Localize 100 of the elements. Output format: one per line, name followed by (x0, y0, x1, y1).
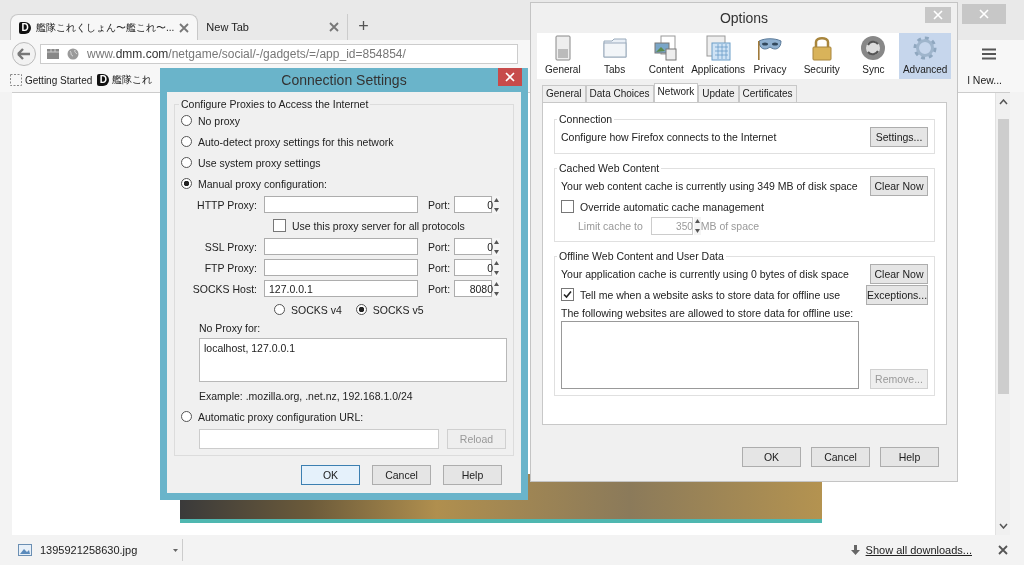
menu-icon[interactable] (982, 48, 996, 60)
description-text: Your application cache is currently using 0 bytes of disk space (561, 268, 849, 280)
description-text: Configure how Firefox connects to the Internet (561, 131, 777, 143)
scrollbar[interactable] (995, 93, 1010, 535)
category-button[interactable]: Applications (692, 33, 745, 79)
field-label: SOCKS Host: (191, 282, 257, 295)
close-icon[interactable] (998, 545, 1008, 555)
field-label: Port: (428, 198, 452, 211)
field-label: SSL Proxy: (203, 240, 257, 253)
list-label: The following websites are allowed to store data for offline use: (561, 307, 855, 319)
radio-button[interactable] (181, 178, 192, 189)
button[interactable]: Clear Now (870, 176, 928, 196)
radio-label: Manual proxy configuration: (198, 177, 327, 190)
dashed-square-icon (10, 74, 22, 86)
button[interactable]: Help (880, 447, 939, 467)
website-list[interactable] (561, 321, 859, 389)
browser-tab[interactable]: D 艦隊これくしょん〜艦これ〜... (10, 14, 199, 40)
download-item[interactable]: 1395921258630.jpg (14, 539, 183, 561)
text-area[interactable]: localhost, 127.0.0.1 (199, 338, 507, 382)
checkbox-label: Tell me when a website asks to store data for offline use (580, 288, 841, 301)
globe-icon (67, 48, 79, 60)
input-field[interactable] (264, 238, 418, 255)
dropdown-arrow-icon[interactable] (173, 548, 178, 552)
gear-icon (912, 35, 939, 61)
tab[interactable]: Certificates (738, 85, 797, 102)
field-label: HTTP Proxy: (196, 198, 257, 211)
checkbox-label: Use this proxy server for all protocols (292, 219, 465, 232)
field-label: Limit cache to (578, 220, 643, 232)
input-field[interactable] (199, 429, 439, 449)
input-field[interactable] (264, 259, 418, 276)
button[interactable]: Exceptions... (866, 284, 928, 305)
category-button[interactable]: General (537, 33, 589, 79)
field-label: FTP Proxy: (203, 261, 257, 274)
category-button[interactable]: Security (795, 33, 848, 79)
radio-label: Automatic proxy configuration URL: (198, 410, 364, 423)
tab[interactable]: Update (698, 85, 739, 102)
button[interactable]: OK (301, 465, 360, 485)
radio-label: SOCKS v4 (291, 303, 342, 316)
button[interactable]: OK (742, 447, 801, 467)
checkbox-label: Override automatic cache management (580, 200, 764, 213)
category-button[interactable]: Privacy (744, 33, 796, 79)
hint-text: Example: .mozilla.org, .net.nz, 192.168.1.0/24 (199, 390, 414, 402)
download-arrow-icon (850, 545, 860, 555)
tab-title: 艦隊これくしょん〜艦これ〜... (36, 20, 175, 35)
radio-button[interactable] (355, 304, 367, 315)
checkmark-icon (563, 290, 572, 299)
radio-label: Use system proxy settings (198, 156, 321, 169)
group-title: Cached Web Content (558, 162, 661, 174)
group-title: Offline Web Content and User Data (558, 250, 725, 262)
url-bar[interactable]: www.dmm.com/netgame/social/-/gadgets/=/app_id=854854/ (40, 44, 518, 64)
tab[interactable]: Data Choices (585, 85, 654, 102)
radio-label: SOCKS v5 (372, 303, 424, 316)
bookmark-item[interactable]: D 艦隊これ (97, 73, 153, 87)
radio-button[interactable] (181, 157, 192, 168)
bookmark-item[interactable]: l New... (967, 74, 1002, 86)
radio-button[interactable] (181, 411, 192, 422)
field-label: Port: (428, 240, 452, 253)
window-title: Options (719, 10, 769, 26)
checkbox[interactable] (273, 219, 286, 232)
input-field[interactable]: 127.0.0.1 (264, 280, 418, 297)
scrollbar-thumb[interactable] (997, 119, 1009, 394)
radio-button[interactable] (181, 136, 192, 147)
field-label: Port: (428, 282, 452, 295)
bookmark-item[interactable]: Getting Started (10, 74, 93, 86)
group-title: Connection (558, 113, 614, 125)
tab-title: New Tab (206, 21, 250, 33)
close-button[interactable] (498, 68, 522, 86)
button[interactable]: Settings... (870, 127, 928, 147)
button[interactable]: Cancel (811, 447, 870, 467)
unit-label: MB of space (700, 220, 760, 232)
tab[interactable]: Network (653, 83, 699, 102)
browser-tab[interactable]: New Tab (198, 14, 348, 40)
show-all-downloads-link[interactable]: Show all downloads... (865, 544, 972, 556)
radio-button[interactable] (274, 304, 285, 315)
input-field[interactable] (264, 196, 418, 213)
back-button[interactable] (12, 42, 36, 66)
button[interactable]: Help (443, 465, 502, 485)
category-button[interactable]: Tabs (588, 33, 641, 79)
description-text: Your web content cache is currently using 349 MB of disk space (561, 180, 858, 192)
button[interactable]: Cancel (372, 465, 431, 485)
category-button[interactable]: Advanced (899, 33, 952, 79)
close-icon[interactable] (179, 22, 190, 33)
radio-label: Auto-detect proxy settings for this network (198, 135, 394, 148)
button[interactable]: Clear Now (870, 264, 928, 284)
window-title: Connection Settings (281, 72, 407, 88)
tab[interactable]: General (542, 85, 586, 102)
checkbox[interactable] (561, 288, 574, 301)
mask-icon (757, 35, 783, 61)
radio-label: No proxy (198, 114, 240, 127)
checkbox[interactable] (561, 200, 574, 213)
close-icon[interactable] (329, 22, 340, 32)
circular-arrows-icon (860, 35, 887, 61)
calendar-grid-icon (705, 35, 732, 61)
image-file-icon (18, 544, 32, 556)
category-button[interactable]: Sync (847, 33, 900, 79)
field-label: Port: (428, 261, 452, 274)
close-icon (933, 10, 943, 20)
field-label: No Proxy for: (199, 322, 262, 334)
site-favicon: D (19, 21, 31, 34)
radio-button[interactable] (181, 115, 192, 126)
